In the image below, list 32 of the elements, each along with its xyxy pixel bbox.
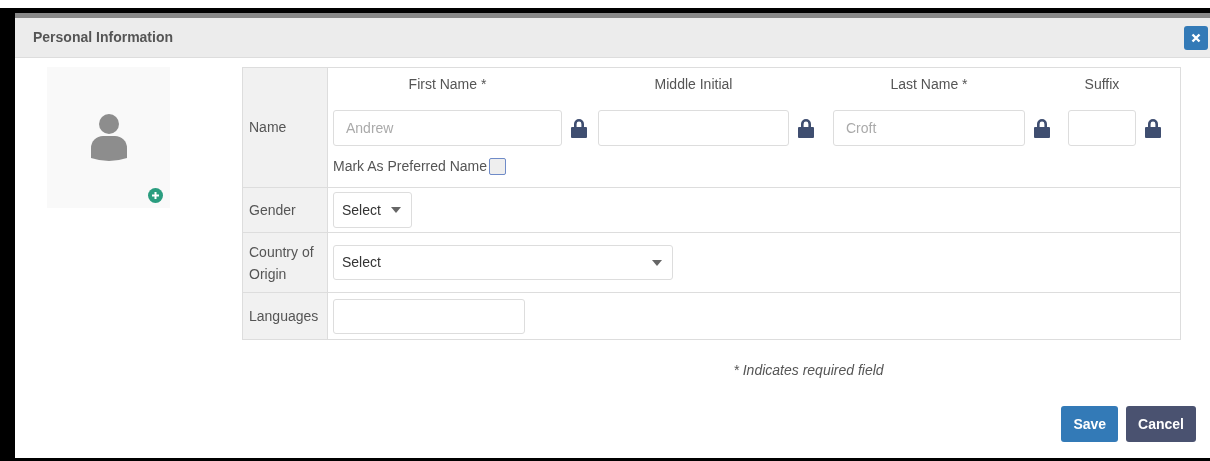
lock-icon (1144, 118, 1162, 138)
close-button[interactable] (1184, 25, 1208, 50)
text-field[interactable] (1068, 110, 1136, 146)
caret-icon (390, 207, 401, 213)
gender-select[interactable]: Select (333, 192, 412, 228)
lock-icon (797, 118, 815, 138)
text-field[interactable]: Croft (833, 110, 1025, 146)
photo-placeholder[interactable] (47, 67, 170, 208)
lock-icon (1033, 118, 1051, 138)
field-label: Last Name * (889, 75, 969, 94)
caret-icon (652, 259, 662, 266)
checkbox[interactable] (489, 158, 507, 175)
row-label: Name (243, 68, 328, 187)
field-label: Suffix (1083, 75, 1121, 94)
close-icon (1191, 32, 1201, 43)
row-label: Country of Origin (243, 233, 328, 292)
text-field[interactable] (598, 110, 789, 146)
country-select[interactable]: Select (333, 245, 673, 280)
person-icon (90, 113, 127, 162)
lock-icon (570, 118, 588, 138)
field-label: First Name * (407, 75, 488, 94)
row-label: Gender (243, 188, 328, 232)
save-button[interactable]: Save (1061, 406, 1119, 442)
cancel-button[interactable]: Cancel (1126, 406, 1196, 442)
text-field[interactable]: Andrew (333, 110, 562, 146)
required-note: * Indicates required field (733, 361, 884, 380)
field-label: Middle Initial (653, 75, 734, 94)
row-label: Languages (243, 293, 328, 339)
add-icon[interactable] (148, 188, 163, 203)
dialog-title: Personal Information (33, 28, 174, 47)
checkbox-label: Mark As Preferred Name (333, 157, 488, 176)
languages-field[interactable] (333, 298, 525, 334)
